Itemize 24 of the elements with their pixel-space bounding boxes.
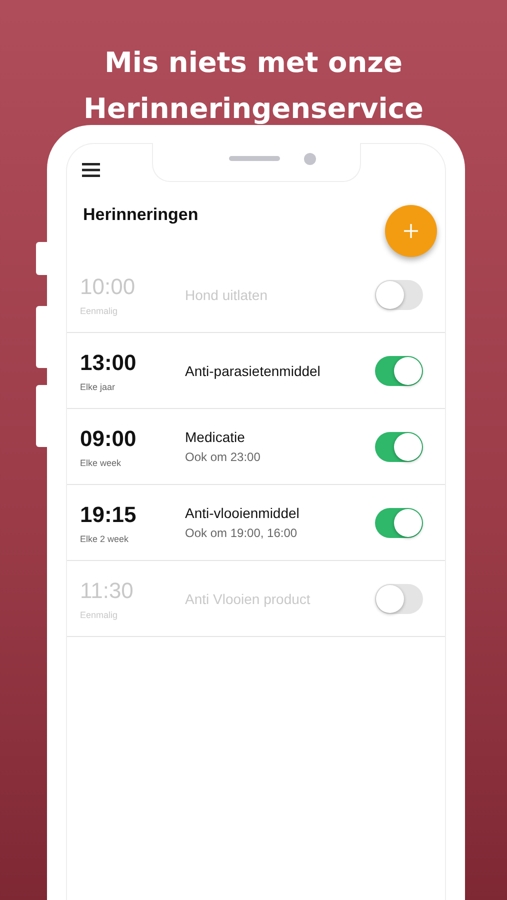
plus-icon — [404, 224, 418, 238]
headline-text: Herinneringenservice — [82, 91, 424, 127]
menu-icon[interactable] — [82, 163, 100, 177]
toggle-switch[interactable] — [375, 280, 423, 310]
extra-times: Ook om 23:00 — [185, 450, 262, 464]
toggle-switch[interactable] — [375, 584, 423, 614]
camera-icon — [304, 153, 316, 165]
reminder-name: Anti-vlooienmiddel — [185, 505, 300, 521]
reminder-time: 09:00 — [80, 425, 138, 453]
headline-text: Mis niets met onze — [104, 45, 404, 81]
reminder-time: 13:00 — [80, 349, 138, 377]
toggle-switch[interactable] — [375, 356, 423, 386]
extra-times: Ook om 19:00, 16:00 — [185, 526, 298, 540]
repeat-label: Elke week — [80, 458, 122, 468]
speaker-icon — [229, 156, 280, 161]
screen-title: Herinneringen — [83, 204, 198, 224]
repeat-label: Elke jaar — [80, 382, 116, 392]
toggle-switch[interactable] — [375, 432, 423, 462]
toggle-switch[interactable] — [375, 508, 423, 538]
reminder-time: 19:15 — [80, 501, 138, 529]
reminder-name: Anti-parasietenmiddel — [185, 362, 322, 378]
add-button[interactable] — [385, 204, 437, 256]
repeat-label: Elke 2 week — [80, 534, 130, 544]
reminder-name: Medicatie — [185, 429, 246, 445]
